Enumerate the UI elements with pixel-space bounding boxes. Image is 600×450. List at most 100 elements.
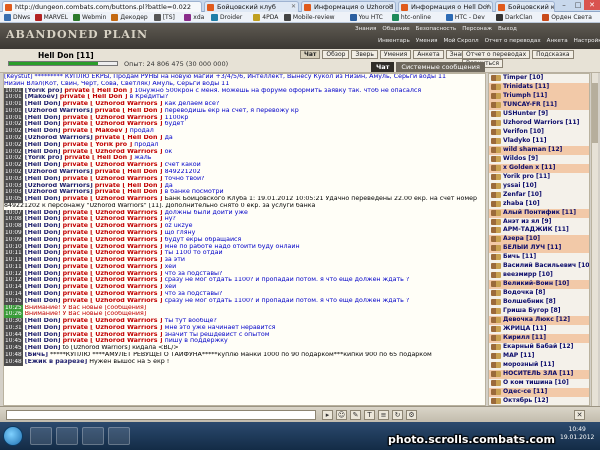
- settings-icon[interactable]: ⚙: [406, 410, 417, 420]
- bookmark-item[interactable]: Декодер: [111, 13, 148, 22]
- nav-button[interactable]: Чат: [300, 50, 321, 59]
- online-user[interactable]: ЖРИЦА [11]: [489, 325, 589, 334]
- chat-nick[interactable]: [Hell Don]: [25, 149, 61, 155]
- private-recipient[interactable]: private [ Uzhorod Warriors ]: [63, 121, 163, 127]
- chat-nick[interactable]: [Hell Don]: [25, 223, 61, 229]
- menu-item[interactable]: Безопасность: [416, 26, 457, 32]
- translit-icon[interactable]: T: [364, 410, 375, 420]
- chat-nick[interactable]: [Hell Don]: [25, 244, 61, 250]
- chat-nick[interactable]: [Hell Don]: [25, 332, 61, 338]
- online-user[interactable]: веезмирр [10]: [489, 271, 589, 280]
- private-recipient[interactable]: private [ Uzhorod Warriors ]: [63, 196, 163, 202]
- private-recipient[interactable]: private [ Uzhorod Warriors ]: [63, 244, 163, 250]
- smile-icon[interactable]: ☺: [336, 410, 347, 420]
- action-button[interactable]: Подсказка: [532, 50, 574, 59]
- taskbar-app-icon[interactable]: [108, 427, 130, 445]
- chat-nick[interactable]: [Hell Don]: [25, 318, 61, 324]
- private-recipient[interactable]: private [ Uzhorod Warriors ]: [63, 216, 163, 222]
- chat-nick[interactable]: [Hell Don]: [25, 162, 61, 168]
- online-user[interactable]: Zenfar [10]: [489, 191, 589, 200]
- chat-nick[interactable]: [Hell Don]: [25, 196, 61, 202]
- online-user[interactable]: yssai [10]: [489, 182, 589, 191]
- private-recipient[interactable]: private [ Uzhorod Warriors ]: [63, 101, 163, 107]
- chat-nick[interactable]: [Hell Don]: [25, 271, 61, 277]
- chat-nick[interactable]: [Hell Don]: [25, 216, 61, 222]
- bookmark-item[interactable]: Орден Света: [542, 13, 592, 22]
- private-recipient[interactable]: private [ Uzhorod Warriors ]: [63, 223, 163, 229]
- online-user[interactable]: Октябрь [12]: [489, 397, 589, 405]
- online-user[interactable]: Василий Васильевич [10]: [489, 262, 589, 271]
- taskbar-clock[interactable]: 10:49 19.01.2012: [560, 426, 594, 442]
- online-user[interactable]: Timper [10]: [489, 74, 589, 83]
- private-recipient[interactable]: private [ Hell Don ]: [64, 88, 132, 94]
- browser-tab-2[interactable]: Бойцовский клуб ✕: [204, 1, 299, 12]
- online-user[interactable]: wild shaman [12]: [489, 145, 589, 155]
- taskbar-explorer-icon[interactable]: [30, 427, 52, 445]
- private-recipient[interactable]: private [ Uzhorod Warriors ]: [63, 325, 163, 331]
- taskbar-browser-icon[interactable]: [56, 427, 78, 445]
- chat-nick[interactable]: [Hell Don]: [25, 250, 61, 256]
- private-recipient[interactable]: private [ Makoev ]: [63, 128, 128, 134]
- private-recipient[interactable]: private [ Uzhorod Warriors ]: [63, 176, 163, 182]
- private-recipient[interactable]: private [ Uzhorod Warriors ]: [63, 298, 163, 304]
- action-button[interactable]: Отчет о переводах: [462, 50, 531, 59]
- online-user[interactable]: О ком тишина [10]: [489, 379, 589, 388]
- online-user[interactable]: АРМ-ТАДЖИК [11]: [489, 226, 589, 235]
- private-recipient[interactable]: private [ Hell Don ]: [64, 155, 132, 161]
- menu-item[interactable]: Настройки: [574, 38, 600, 44]
- browser-tab-3[interactable]: Информация о Uzhorod ... ✕: [301, 1, 396, 12]
- chat-nick[interactable]: [Uzhorod Warriors]: [25, 183, 93, 189]
- private-recipient[interactable]: private [ Hell Don ]: [60, 94, 128, 100]
- private-recipient[interactable]: private [ Hell Don ]: [95, 189, 163, 195]
- chat-nick[interactable]: [Hell Don]: [25, 257, 61, 263]
- chat-nick[interactable]: [Hell Don]: [25, 115, 61, 121]
- online-user[interactable]: Кирилл [11]: [489, 334, 589, 344]
- online-user[interactable]: Trinidats [11]: [489, 82, 589, 92]
- chat-nick[interactable]: [Hell Don]: [25, 291, 61, 297]
- bookmark-item[interactable]: DarkClan: [496, 13, 533, 22]
- nav-button[interactable]: Умения: [379, 50, 412, 59]
- online-user[interactable]: Анэт из ял [9]: [489, 218, 589, 227]
- close-window-icon[interactable]: ✕: [584, 0, 600, 10]
- online-user[interactable]: Девочка Люкс [12]: [489, 316, 589, 326]
- online-user[interactable]: USHunter [9]: [489, 110, 589, 119]
- chat-nick[interactable]: [Yorik pro]: [25, 88, 63, 94]
- filter-icon[interactable]: ≡: [378, 410, 389, 420]
- online-user[interactable]: НОСИТЕЛЬ ЗЛА [11]: [489, 369, 589, 379]
- menu-item[interactable]: Выход: [498, 26, 517, 32]
- private-recipient[interactable]: private [ Hell Don ]: [95, 108, 163, 114]
- online-user[interactable]: Бичь [11]: [489, 253, 589, 262]
- private-recipient[interactable]: private [ Uzhorod Warriors ]: [63, 318, 163, 324]
- online-user[interactable]: МАР [11]: [489, 352, 589, 361]
- bookmark-item[interactable]: HTC - Dev: [445, 13, 485, 22]
- bookmark-item[interactable]: You HTC: [349, 13, 383, 22]
- private-recipient[interactable]: private [ Uzhorod Warriors ]: [63, 277, 163, 283]
- chat-nick[interactable]: [Hell Don]: [25, 284, 61, 290]
- online-user[interactable]: БЕЛЫЙ ЛУЧ [11]: [489, 244, 589, 254]
- menu-item[interactable]: Умения: [416, 38, 438, 44]
- bookmark-item[interactable]: htc-online: [391, 13, 431, 22]
- private-recipient[interactable]: private [ Uzhorod Warriors ]: [63, 338, 163, 344]
- bookmark-item[interactable]: [TS]: [153, 13, 175, 22]
- nav-button[interactable]: Зверь: [351, 50, 378, 59]
- online-user[interactable]: Водочка [8]: [489, 289, 589, 298]
- online-user[interactable]: Vladyko [11]: [489, 137, 589, 146]
- bookmark-item[interactable]: Webmin: [73, 13, 106, 22]
- chat-tab[interactable]: Системные сообщения: [396, 62, 485, 72]
- menu-item[interactable]: Отчет о переводах: [485, 38, 541, 44]
- private-recipient[interactable]: private [ Hell Don ]: [95, 169, 163, 175]
- online-user[interactable]: Ёкарный Бабай [12]: [489, 343, 589, 352]
- online-user[interactable]: Verifon [10]: [489, 128, 589, 137]
- online-user[interactable]: Азера [10]: [489, 235, 589, 245]
- online-user[interactable]: морозный [11]: [489, 361, 589, 370]
- chat-nick[interactable]: [Uzhorod Warriors]: [25, 189, 93, 195]
- private-recipient[interactable]: private [ Hell Don ]: [95, 183, 163, 189]
- chat-tab[interactable]: Чат: [371, 62, 395, 72]
- private-recipient[interactable]: private [ Uzhorod Warriors ]: [63, 149, 163, 155]
- nav-button[interactable]: Обзор: [322, 50, 350, 59]
- taskbar-app-icon[interactable]: [82, 427, 104, 445]
- menu-item[interactable]: Инвентарь: [378, 38, 410, 44]
- browser-tab-4[interactable]: Информация о Hell Don ✕: [398, 1, 493, 12]
- private-recipient[interactable]: private [ Uzhorod Warriors ]: [63, 271, 163, 277]
- character-name[interactable]: Hell Don [11]: [38, 51, 94, 60]
